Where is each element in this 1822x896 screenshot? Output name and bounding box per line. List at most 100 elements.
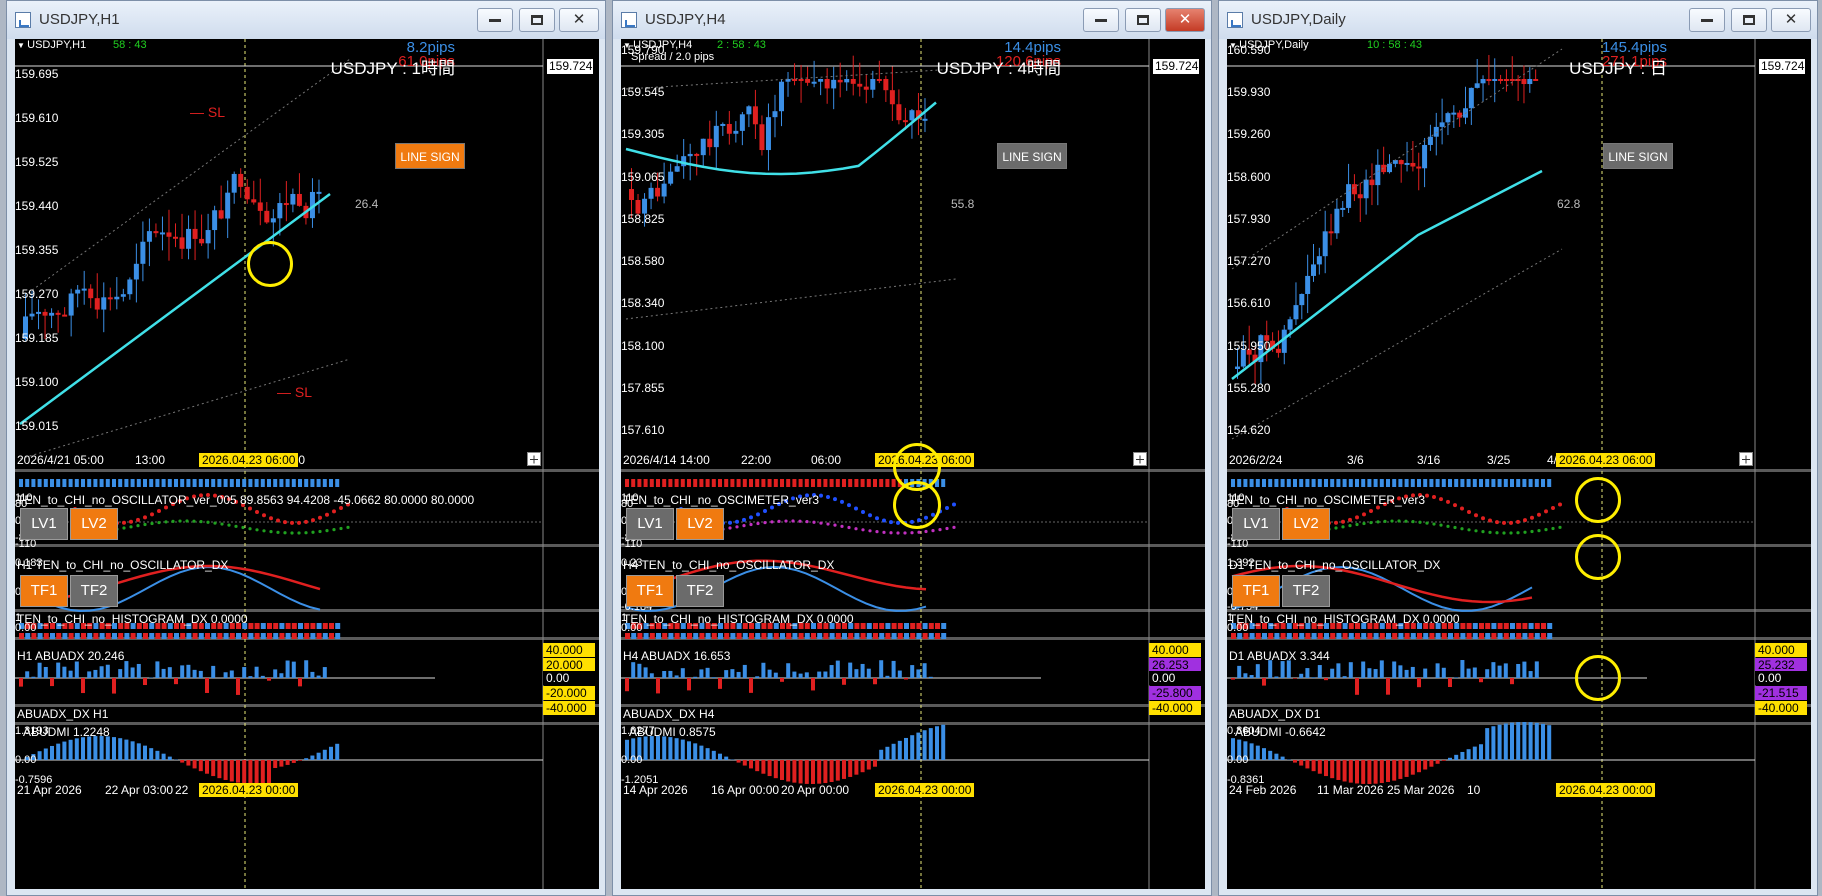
chart-shift-button[interactable]: [1133, 452, 1147, 466]
minimize-button[interactable]: [1083, 8, 1119, 32]
abuadx-bar: [631, 662, 636, 678]
abuadx-bar: [711, 677, 716, 678]
chart-shift-button[interactable]: [527, 452, 541, 466]
window-titlebar[interactable]: USDJPY,H1 ✕: [7, 1, 605, 39]
chart-area[interactable]: USDJPY,Daily10 : 58 : 43145.4pips271.1pi…: [1227, 39, 1811, 889]
histogram-bar: [742, 633, 748, 639]
chart-area[interactable]: USDJPY,H158 : 438.2pips61.0pipsUSDJPY : …: [15, 39, 599, 889]
level-button-2[interactable]: LV2: [676, 508, 724, 540]
price-tick: 159.015: [15, 419, 59, 433]
histogram-bar: [1274, 633, 1280, 639]
abuadx-bar: [229, 670, 234, 678]
chart-window[interactable]: USDJPY,Daily ✕ USDJPY,Daily10 : 58 : 431…: [1218, 0, 1818, 896]
histogram-bar: [50, 633, 55, 639]
histogram-bar: [217, 633, 223, 639]
histogram-bar: [866, 633, 872, 639]
oscillator-dot: [1411, 520, 1415, 524]
abuadx-bar: [687, 678, 691, 691]
upper-band: [625, 68, 957, 90]
oscillator-dot: [1348, 517, 1352, 522]
candle: [244, 186, 250, 200]
histogram-bar: [916, 633, 922, 639]
signal-tick: [161, 479, 166, 487]
highlight-circle: [893, 481, 941, 529]
maximize-button[interactable]: [1125, 8, 1161, 32]
window-titlebar[interactable]: USDJPY,H4 ✕: [613, 1, 1211, 39]
close-button[interactable]: ✕: [1771, 8, 1811, 32]
oscillator-dot: [262, 529, 266, 533]
abuadx-bar: [1299, 673, 1304, 678]
candle: [81, 288, 87, 291]
oscillator-dot: [903, 531, 907, 535]
maximize-button[interactable]: [519, 8, 555, 32]
abudmi-bar: [1435, 760, 1440, 764]
timeframe-button-1[interactable]: TF1: [20, 575, 68, 607]
chart-window[interactable]: USDJPY,H4 ✕ USDJPY,H42 : 58 : 43Spread /…: [612, 0, 1212, 896]
close-button[interactable]: ✕: [559, 8, 599, 32]
level-button-1[interactable]: LV1: [20, 508, 68, 540]
time-tick: 3/16: [1417, 453, 1441, 467]
level-button-2[interactable]: LV2: [1282, 508, 1330, 540]
chart-shift-button[interactable]: [1739, 452, 1753, 466]
histogram-bar: [335, 633, 341, 639]
chart-window[interactable]: USDJPY,H1 ✕ USDJPY,H158 : 438.2pips61.0p…: [6, 0, 606, 896]
candle: [166, 232, 172, 237]
histogram-bar: [1503, 633, 1509, 639]
oscillator-dot: [1432, 522, 1436, 526]
line-sign-button[interactable]: LINE SIGN: [1603, 143, 1673, 169]
signal-tick: [1355, 479, 1359, 487]
abudmi-bar: [724, 756, 729, 760]
close-button[interactable]: ✕: [1165, 8, 1205, 32]
candle: [114, 296, 120, 300]
timeframe-button-2[interactable]: TF2: [70, 575, 118, 607]
histogram-bar: [1324, 633, 1329, 639]
level-button-1[interactable]: LV1: [1232, 508, 1280, 540]
abuadx-level: -21.515: [1755, 686, 1807, 700]
price-tick: 159.525: [15, 155, 59, 169]
histogram-bar: [891, 623, 897, 629]
oscillator-dot: [952, 525, 956, 529]
chart-canvas[interactable]: [1227, 39, 1811, 889]
signal-tick: [699, 479, 704, 487]
oscillator-dot: [150, 512, 154, 517]
candle: [186, 228, 192, 249]
highlight-circle: [1575, 477, 1621, 523]
histogram-bar: [118, 633, 124, 639]
window-titlebar[interactable]: USDJPY,Daily ✕: [1219, 1, 1817, 39]
oscillator-dot: [311, 518, 315, 523]
minimize-button[interactable]: [1689, 8, 1725, 32]
abudmi-bar: [316, 752, 321, 760]
line-sign-button[interactable]: LINE SIGN: [997, 143, 1067, 169]
dx-title: H1 TEN_to_CHI_no_OSCILLATOR_DX: [17, 558, 229, 572]
minimize-button[interactable]: [477, 8, 513, 32]
histogram-bar: [322, 623, 328, 629]
abudmi-bar: [842, 760, 846, 779]
candle: [153, 231, 159, 234]
timeframe-button-2[interactable]: TF2: [1282, 575, 1330, 607]
histogram-bar: [1441, 633, 1447, 639]
histogram-bar: [1417, 633, 1422, 639]
chart-area[interactable]: USDJPY,H42 : 58 : 43Spread / 2.0 pips14.…: [621, 39, 1205, 889]
histogram-bar: [248, 623, 254, 629]
oscillator-dot: [791, 519, 795, 523]
oscillator-dot: [889, 531, 893, 535]
histogram-bar: [93, 633, 99, 639]
line-sign-button[interactable]: LINE SIGN: [395, 143, 465, 169]
timeframe-button-1[interactable]: TF1: [626, 575, 674, 607]
timeframe-button-1[interactable]: TF1: [1232, 575, 1280, 607]
histogram-bar: [87, 633, 93, 639]
signal-tick: [1386, 479, 1390, 487]
level-button-2[interactable]: LV2: [70, 508, 118, 540]
signal-tick: [291, 479, 296, 487]
oscillator-dot: [938, 528, 942, 532]
abuadx-bar: [1534, 661, 1539, 678]
maximize-button[interactable]: [1731, 8, 1767, 32]
signal-tick: [229, 479, 234, 487]
abuadx-bar: [891, 660, 896, 678]
level-button-1[interactable]: LV1: [626, 508, 674, 540]
abudmi-bar: [211, 760, 216, 777]
oscillator-dot: [784, 519, 788, 523]
abuadx-bar: [817, 671, 822, 678]
abudmi-bar: [43, 748, 48, 760]
timeframe-button-2[interactable]: TF2: [676, 575, 724, 607]
